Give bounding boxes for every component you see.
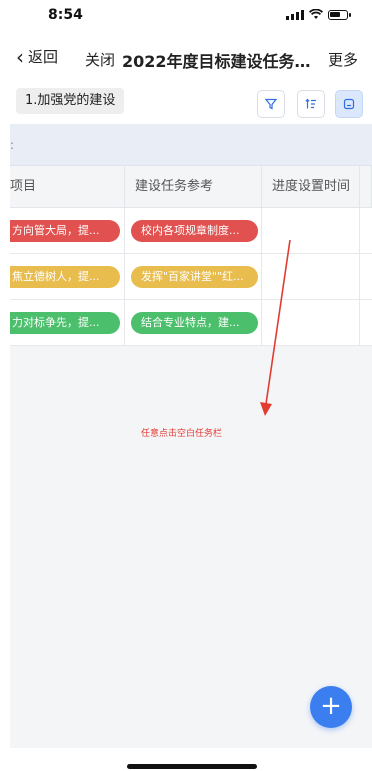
annotation-arrow bbox=[260, 239, 291, 416]
add-task-button[interactable]: + bbox=[310, 686, 352, 728]
home-indicator bbox=[127, 764, 257, 769]
annotation-text: 任意点击空白任务栏 bbox=[141, 429, 223, 439]
